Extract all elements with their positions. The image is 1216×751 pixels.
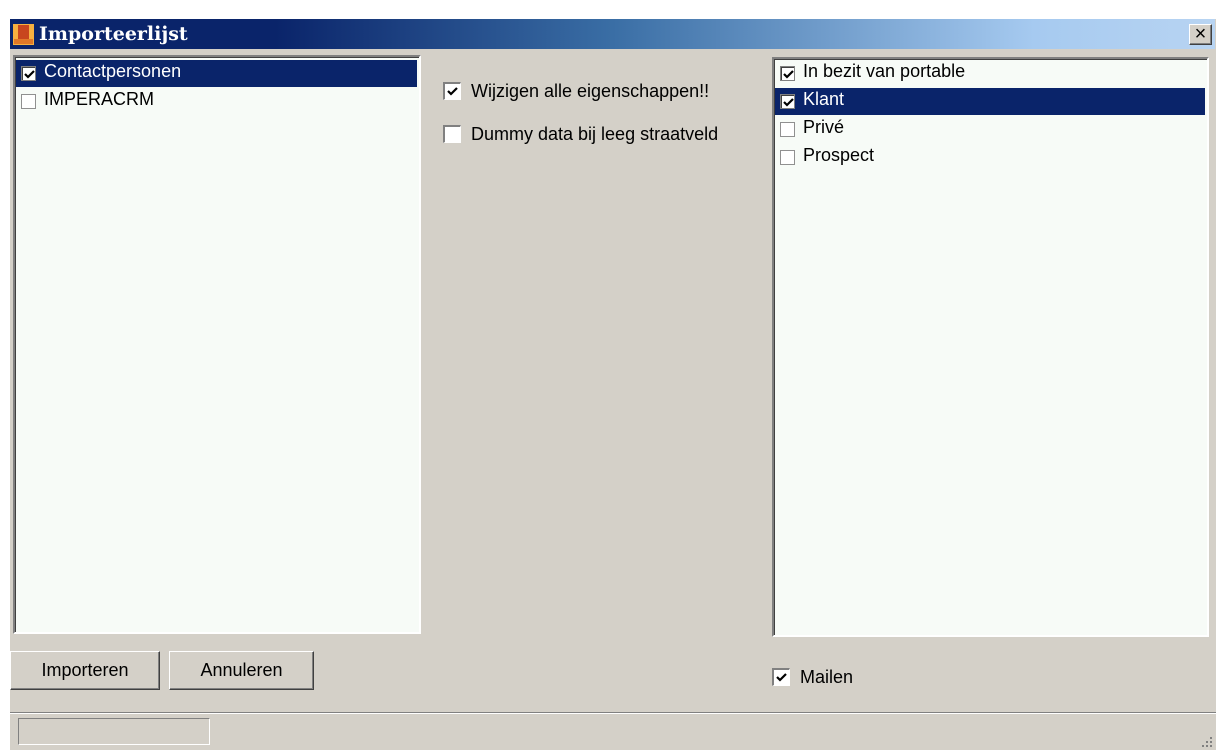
- list-item-label: Prospect: [803, 145, 875, 165]
- list-item-label: Contactpersonen: [44, 61, 182, 81]
- check-icon: [783, 70, 794, 79]
- checkbox-prive[interactable]: [780, 122, 795, 137]
- checkbox-contactpersonen[interactable]: [21, 66, 36, 81]
- list-item-prospect[interactable]: Prospect: [775, 144, 1205, 171]
- dummy-data-label: Dummy data bij leeg straatveld: [471, 124, 719, 144]
- size-grip-icon[interactable]: [1199, 734, 1213, 748]
- checkbox-prospect[interactable]: [780, 150, 795, 165]
- mailen-checkbox[interactable]: [772, 668, 790, 686]
- list-item-label: Privé: [803, 117, 845, 137]
- checkbox-in-bezit-van-portable[interactable]: [780, 66, 795, 81]
- status-panel: [18, 718, 210, 745]
- status-bar: [10, 712, 1216, 751]
- dummy-data-checkbox[interactable]: [443, 125, 461, 143]
- window-title: Importeerlijst: [39, 23, 188, 45]
- wijzigen-label: Wijzigen alle eigenschappen!!: [471, 81, 710, 101]
- app-icon: [13, 24, 34, 45]
- title-bar[interactable]: Importeerlijst ×: [10, 19, 1215, 49]
- check-icon: [24, 70, 35, 79]
- close-button[interactable]: ×: [1189, 23, 1212, 45]
- check-icon: [776, 673, 787, 682]
- check-icon: [447, 87, 458, 96]
- checkbox-klant[interactable]: [780, 94, 795, 109]
- cancel-button[interactable]: Annuleren: [169, 651, 314, 690]
- list-item-label: IMPERACRM: [44, 89, 155, 109]
- check-icon: [783, 98, 794, 107]
- list-item-klant[interactable]: Klant: [775, 88, 1205, 115]
- close-icon: ×: [1194, 23, 1207, 45]
- import-button[interactable]: Importeren: [10, 651, 160, 690]
- property-list[interactable]: In bezit van portable Klant Privé Prospe…: [772, 57, 1209, 637]
- checkbox-imperacrm[interactable]: [21, 94, 36, 109]
- list-item-label: In bezit van portable: [803, 61, 966, 81]
- import-dialog: Importeerlijst × Contactpersonen IMPERAC…: [9, 18, 1216, 750]
- list-item-label: Klant: [803, 89, 845, 109]
- list-item-prive[interactable]: Privé: [775, 116, 1205, 143]
- list-item-in-bezit-van-portable[interactable]: In bezit van portable: [775, 60, 1205, 87]
- mailen-label: Mailen: [800, 667, 854, 687]
- list-item-imperacrm[interactable]: IMPERACRM: [16, 88, 417, 115]
- import-list[interactable]: Contactpersonen IMPERACRM: [13, 55, 421, 634]
- wijzigen-checkbox[interactable]: [443, 82, 461, 100]
- list-item-contactpersonen[interactable]: Contactpersonen: [16, 60, 417, 87]
